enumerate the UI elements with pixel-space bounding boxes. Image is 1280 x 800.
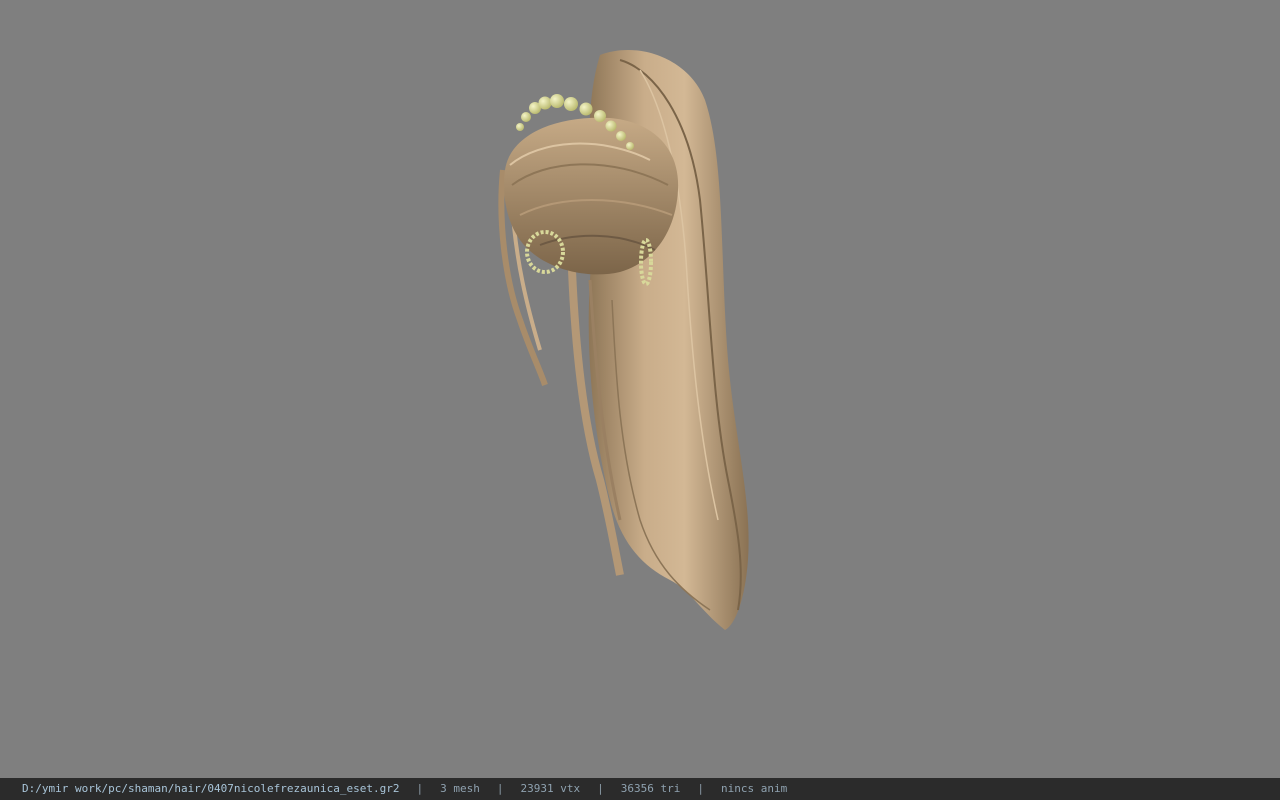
3d-viewport[interactable]	[0, 0, 1280, 778]
status-bar: D:/ymir work/pc/shaman/hair/0407nicolefr…	[0, 778, 1280, 800]
hair-3d-model	[498, 50, 749, 630]
status-separator: |	[597, 782, 604, 795]
status-separator: |	[416, 782, 424, 795]
model-file-path: D:/ymir work/pc/shaman/hair/0407nicolefr…	[22, 782, 400, 795]
triangle-count: 36356 tri	[620, 782, 681, 795]
mesh-count: 3 mesh	[440, 782, 480, 795]
status-separator: |	[697, 782, 704, 795]
status-separator: |	[496, 782, 504, 795]
vertex-count: 23931 vtx	[520, 782, 581, 795]
animation-status: nincs anim	[720, 782, 788, 795]
